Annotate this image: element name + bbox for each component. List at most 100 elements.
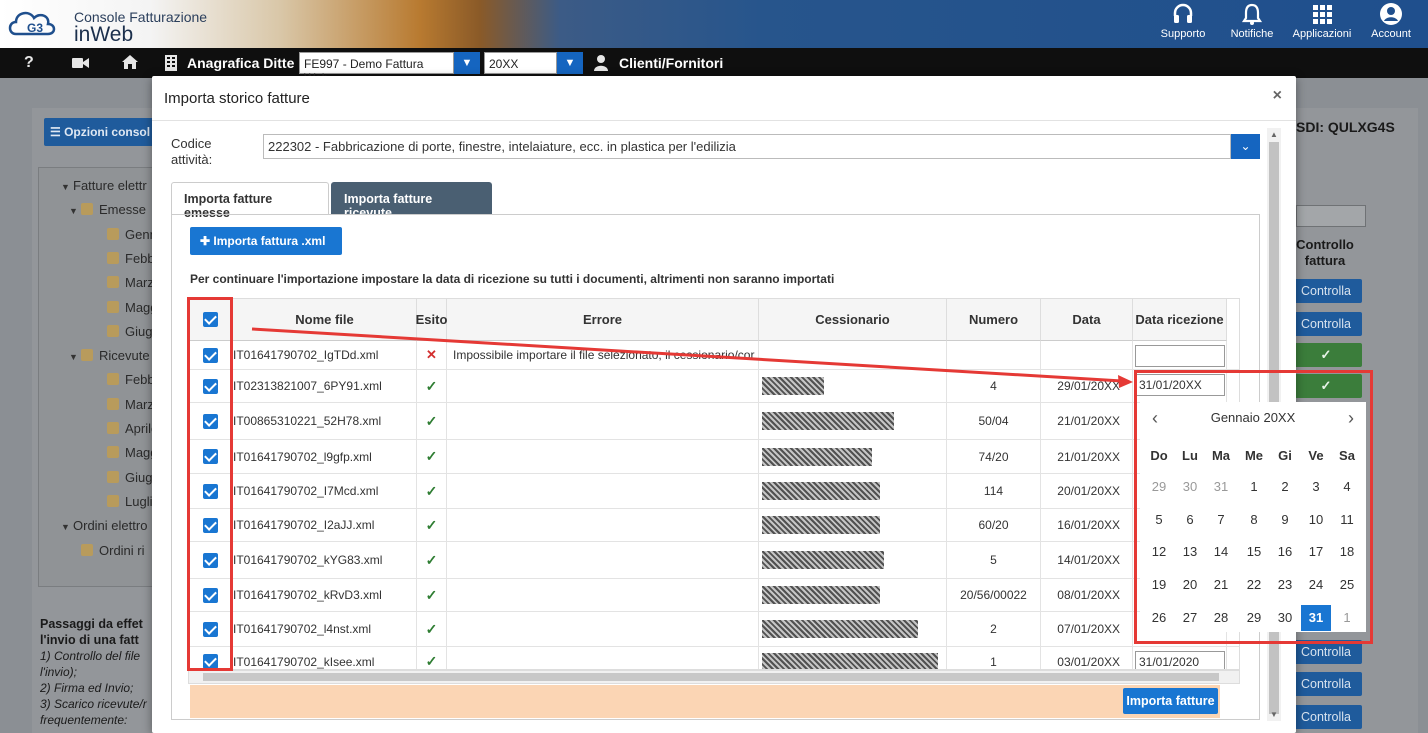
account-button[interactable]: Account — [1351, 2, 1428, 46]
help-icon[interactable]: ? — [24, 54, 34, 72]
options-console-button[interactable]: ☰ Opzioni consol — [44, 118, 160, 146]
table-horizontal-scrollbar[interactable] — [188, 670, 1240, 684]
calendar-day[interactable]: 6 — [1175, 507, 1205, 533]
calendar-day[interactable]: 15 — [1239, 539, 1269, 565]
background-select[interactable] — [1296, 205, 1366, 227]
scroll-thumb[interactable] — [203, 673, 1219, 681]
tree-item[interactable]: Ordini ri — [69, 543, 145, 565]
calendar-day[interactable]: 13 — [1175, 539, 1205, 565]
calendar-day[interactable]: 19 — [1144, 572, 1174, 598]
caret-down-icon[interactable]: ▼ — [61, 182, 73, 192]
row-checkbox[interactable] — [203, 413, 218, 429]
row-checkbox[interactable] — [203, 378, 218, 394]
calendar-day[interactable]: 30 — [1270, 605, 1300, 631]
control-button[interactable]: Controlla — [1290, 672, 1362, 696]
calendar-day[interactable]: 14 — [1206, 539, 1236, 565]
calendar-day[interactable]: 22 — [1239, 572, 1269, 598]
row-checkbox[interactable] — [203, 483, 218, 499]
control-button[interactable]: Controlla — [1290, 705, 1362, 729]
close-icon[interactable]: × — [1273, 87, 1282, 105]
data-ricezione-input[interactable] — [1135, 345, 1225, 367]
apps-button[interactable]: Applicazioni — [1282, 2, 1362, 46]
calendar-day[interactable]: 10 — [1301, 507, 1331, 533]
calendar-day[interactable]: 23 — [1270, 572, 1300, 598]
table-row[interactable]: IT01641790702_IgTDd.xml ✕ Impossibile impo… — [189, 341, 1239, 370]
home-icon[interactable] — [121, 54, 139, 70]
row-checkbox[interactable] — [203, 517, 218, 533]
control-button[interactable]: Controlla — [1290, 640, 1362, 664]
caret-down-icon[interactable]: ▼ — [69, 206, 81, 216]
calendar-day[interactable]: 30 — [1175, 474, 1205, 500]
tab-fatture-emesse[interactable]: Importa fatture emesse — [171, 182, 329, 220]
company-select-chevron-icon[interactable]: ▼ — [454, 52, 480, 74]
tree-item[interactable]: Aprile — [95, 421, 158, 443]
caret-down-icon[interactable]: ▼ — [69, 352, 81, 362]
calendar-day[interactable]: 18 — [1332, 539, 1362, 565]
table-row[interactable]: IT01641790702_l9gfp.xml ✓ 74/20 21/01/20XX — [189, 440, 1239, 474]
table-row[interactable]: IT01641790702_I2aJJ.xml ✓ 60/20 16/01/20XX — [189, 509, 1239, 542]
calendar-day[interactable]: 20 — [1175, 572, 1205, 598]
table-row[interactable]: IT00865310221_52H78.xml ✓ 50/04 21/01/20XX — [189, 403, 1239, 440]
calendar-day[interactable]: 29 — [1239, 605, 1269, 631]
table-row[interactable]: IT01641790702_kIsee.xml ✓ 1 03/01/20XX 31/01… — [189, 647, 1239, 669]
calendar-day[interactable]: 21 — [1206, 572, 1236, 598]
caret-down-icon[interactable]: ▼ — [61, 522, 73, 532]
calendar-day[interactable]: 7 — [1206, 507, 1236, 533]
calendar-day[interactable]: 16 — [1270, 539, 1300, 565]
calendar-day[interactable]: 12 — [1144, 539, 1174, 565]
codice-select-chevron-icon[interactable]: ⌄ — [1231, 134, 1260, 159]
tree-item[interactable]: ▼ Emesse — [69, 202, 146, 224]
calendar-day[interactable]: 5 — [1144, 507, 1174, 533]
import-xml-button[interactable]: ✚ Importa fattura .xml — [190, 227, 342, 255]
table-row[interactable]: IT01641790702_kYG83.xml ✓ 5 14/01/20XX — [189, 542, 1239, 579]
import-invoices-button[interactable]: Importa fatture — [1123, 688, 1218, 714]
codice-attivita-select[interactable]: 222302 - Fabbricazione di porte, finestr… — [263, 134, 1231, 159]
calendar-day[interactable]: 1 — [1239, 474, 1269, 500]
calendar-day[interactable]: 24 — [1301, 572, 1331, 598]
year-select-chevron-icon[interactable]: ▼ — [557, 52, 583, 74]
calendar-day[interactable]: 9 — [1270, 507, 1300, 533]
row-checkbox[interactable] — [203, 552, 218, 568]
table-row[interactable]: IT01641790702_l4nst.xml ✓ 2 07/01/20XX — [189, 612, 1239, 647]
clienti-fornitori-link[interactable]: Clienti/Fornitori — [619, 55, 723, 71]
table-row[interactable]: IT01641790702_kRvD3.xml ✓ 20/56/00022 08/01… — [189, 579, 1239, 612]
chevron-right-icon[interactable]: › — [1348, 408, 1354, 429]
calendar-day[interactable]: 25 — [1332, 572, 1362, 598]
calendar-day[interactable]: 17 — [1301, 539, 1331, 565]
calendar-day[interactable]: 29 — [1144, 474, 1174, 500]
row-checkbox[interactable] — [203, 587, 218, 603]
row-checkbox[interactable] — [203, 347, 218, 363]
select-all-header[interactable] — [189, 299, 233, 341]
calendar-day[interactable]: 11 — [1332, 507, 1362, 533]
calendar-day[interactable]: 3 — [1301, 474, 1331, 500]
company-select[interactable]: FE997 - Demo Fattura Web — [299, 52, 454, 85]
row-checkbox[interactable] — [203, 621, 218, 637]
anagrafica-link[interactable]: Anagrafica Ditte — [187, 55, 294, 71]
tab-fatture-ricevute[interactable]: Importa fatture ricevute — [331, 182, 492, 220]
tree-item[interactable]: ▼ Ricevute — [69, 348, 150, 370]
video-icon[interactable] — [72, 56, 90, 70]
tree-item[interactable]: Luglio — [95, 494, 160, 516]
calendar-day[interactable]: 28 — [1206, 605, 1236, 631]
calendar-day[interactable]: 31 — [1301, 604, 1331, 631]
scroll-up-icon[interactable]: ▲ — [1270, 130, 1278, 139]
scroll-down-icon[interactable]: ▼ — [1270, 710, 1278, 719]
row-checkbox[interactable] — [203, 654, 218, 669]
control-button[interactable]: Controlla — [1290, 279, 1362, 303]
select-all-checkbox[interactable] — [203, 312, 218, 327]
calendar-day[interactable]: 1 — [1332, 605, 1362, 631]
control-button[interactable]: Controlla — [1290, 312, 1362, 336]
data-ricezione-input[interactable]: 31/01/20XX — [1135, 374, 1225, 396]
support-button[interactable]: Supporto — [1143, 2, 1223, 46]
table-row[interactable]: IT01641790702_I7Mcd.xml ✓ 114 20/01/20XX — [189, 474, 1239, 509]
table-row[interactable]: IT02313821007_6PY91.xml ✓ 4 29/01/20XX 31/01… — [189, 370, 1239, 403]
calendar-day[interactable]: 26 — [1144, 605, 1174, 631]
year-select[interactable]: 20XX — [484, 52, 557, 74]
tree-item[interactable]: Maggi — [95, 445, 160, 467]
notifications-button[interactable]: Notifiche — [1212, 2, 1292, 46]
calendar-day[interactable]: 31 — [1206, 474, 1236, 500]
calendar-day[interactable]: 2 — [1270, 474, 1300, 500]
tree-item[interactable]: ▼ Ordini elettro — [61, 518, 147, 540]
data-ricezione-input[interactable]: 31/01/2020 — [1135, 651, 1225, 669]
calendar-day[interactable]: 8 — [1239, 507, 1269, 533]
